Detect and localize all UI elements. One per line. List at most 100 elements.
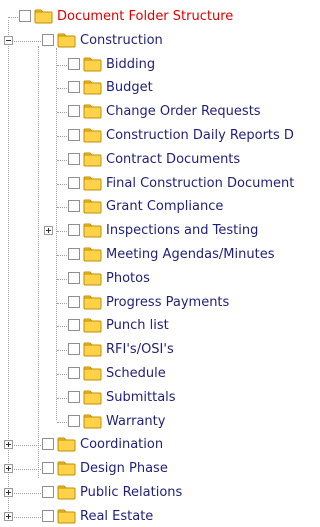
folder-icon xyxy=(83,414,102,429)
folder-label: Construction xyxy=(80,33,163,48)
tree-node-inspections-and-testing[interactable]: Inspections and Testing xyxy=(0,221,306,241)
tree-connector-line xyxy=(57,326,67,327)
checkbox[interactable] xyxy=(42,486,54,498)
folder-label: Contract Documents xyxy=(106,152,241,167)
expand-plus-icon[interactable] xyxy=(4,440,13,449)
tree-connector-line xyxy=(9,517,45,518)
checkbox[interactable] xyxy=(68,367,80,379)
tree-connector-line xyxy=(57,303,67,304)
folder-icon xyxy=(83,128,102,143)
folder-icon xyxy=(83,57,102,72)
tree-node-coordination[interactable]: Coordination xyxy=(0,435,306,455)
folder-label: Warranty xyxy=(106,414,166,429)
tree-node-submittals[interactable]: Submittals xyxy=(0,388,306,408)
folder-icon xyxy=(83,366,102,381)
tree-node-schedule[interactable]: Schedule xyxy=(0,364,306,384)
folder-tree: Document Folder Structure Construction Bid… xyxy=(0,0,306,524)
tree-node-design-phase[interactable]: Design Phase xyxy=(0,459,306,479)
checkbox[interactable] xyxy=(42,34,54,46)
checkbox[interactable] xyxy=(42,438,54,450)
tree-connector-line xyxy=(57,65,67,66)
checkbox[interactable] xyxy=(42,462,54,474)
tree-node-warranty[interactable]: Warranty xyxy=(0,412,306,432)
folder-label: Change Order Requests xyxy=(106,104,261,119)
folder-icon xyxy=(83,80,102,95)
folder-label: Coordination xyxy=(80,437,164,452)
folder-label: Punch list xyxy=(106,318,169,333)
tree-connector-line xyxy=(8,17,18,18)
folder-icon xyxy=(83,199,102,214)
folder-icon xyxy=(83,390,102,405)
checkbox[interactable] xyxy=(68,391,80,403)
tree-connector-line xyxy=(57,422,67,423)
tree-node-public-relations[interactable]: Public Relations xyxy=(0,483,306,503)
folder-icon xyxy=(83,271,102,286)
tree-connector-line xyxy=(9,445,45,446)
folder-icon xyxy=(83,247,102,262)
tree-node-meeting-agendas-minutes[interactable]: Meeting Agendas/Minutes xyxy=(0,245,306,265)
tree-node-rfi-s-osi-s[interactable]: RFI's/OSI's xyxy=(0,340,306,360)
checkbox[interactable] xyxy=(68,200,80,212)
tree-connector-line xyxy=(9,41,45,42)
tree-node-grant-compliance[interactable]: Grant Compliance xyxy=(0,197,306,217)
tree-node-budget[interactable]: Budget xyxy=(0,78,306,98)
tree-node-construction[interactable]: Construction xyxy=(0,31,306,51)
folder-label: Progress Payments xyxy=(106,295,230,310)
checkbox[interactable] xyxy=(68,296,80,308)
tree-connector-line xyxy=(9,493,45,494)
tree-node-final-construction-document[interactable]: Final Construction Document xyxy=(0,174,306,194)
folder-label: Budget xyxy=(106,80,153,95)
expand-plus-icon[interactable] xyxy=(4,488,13,497)
folder-icon xyxy=(57,437,76,452)
folder-label: Real Estate xyxy=(80,509,154,524)
checkbox[interactable] xyxy=(68,58,80,70)
tree-node-contract-documents[interactable]: Contract Documents xyxy=(0,150,306,170)
tree-connector-line xyxy=(57,350,67,351)
folder-label: Final Construction Document xyxy=(106,176,295,191)
tree-connector-line xyxy=(57,255,67,256)
checkbox[interactable] xyxy=(68,415,80,427)
checkbox[interactable] xyxy=(68,224,80,236)
checkbox[interactable] xyxy=(42,510,54,522)
folder-label: Meeting Agendas/Minutes xyxy=(106,247,275,262)
folder-label: Design Phase xyxy=(80,461,168,476)
checkbox[interactable] xyxy=(68,343,80,355)
tree-node-real-estate[interactable]: Real Estate xyxy=(0,507,306,527)
checkbox[interactable] xyxy=(68,319,80,331)
folder-icon xyxy=(83,295,102,310)
expand-plus-icon[interactable] xyxy=(44,226,53,235)
tree-connector-line xyxy=(57,112,67,113)
checkbox[interactable] xyxy=(68,153,80,165)
tree-root-label: Document Folder Structure xyxy=(57,9,234,24)
checkbox[interactable] xyxy=(68,272,80,284)
tree-connector-line xyxy=(57,231,67,232)
tree-root-document-folder-structure[interactable]: Document Folder Structure xyxy=(0,7,306,27)
folder-icon xyxy=(83,152,102,167)
folder-label: Grant Compliance xyxy=(106,199,224,214)
folder-label: Submittals xyxy=(106,390,176,405)
folder-icon xyxy=(83,104,102,119)
checkbox[interactable] xyxy=(68,248,80,260)
folder-label: Schedule xyxy=(106,366,166,381)
collapse-minus-icon[interactable] xyxy=(4,36,13,45)
tree-node-photos[interactable]: Photos xyxy=(0,269,306,289)
folder-icon xyxy=(83,223,102,238)
tree-node-change-order-requests[interactable]: Change Order Requests xyxy=(0,102,306,122)
expand-plus-icon[interactable] xyxy=(4,512,13,521)
checkbox[interactable] xyxy=(19,10,31,22)
tree-node-construction-daily-reports-d[interactable]: Construction Daily Reports D xyxy=(0,126,306,146)
tree-connector-line xyxy=(57,136,67,137)
tree-connector-line xyxy=(57,160,67,161)
checkbox[interactable] xyxy=(68,129,80,141)
checkbox[interactable] xyxy=(68,105,80,117)
folder-icon xyxy=(57,509,76,524)
checkbox[interactable] xyxy=(68,81,80,93)
tree-node-punch-list[interactable]: Punch list xyxy=(0,316,306,336)
tree-node-bidding[interactable]: Bidding xyxy=(0,55,306,75)
expand-plus-icon[interactable] xyxy=(4,464,13,473)
checkbox[interactable] xyxy=(68,177,80,189)
tree-node-progress-payments[interactable]: Progress Payments xyxy=(0,293,306,313)
folder-icon xyxy=(57,461,76,476)
folder-label: Construction Daily Reports D xyxy=(106,128,294,143)
folder-icon xyxy=(83,318,102,333)
